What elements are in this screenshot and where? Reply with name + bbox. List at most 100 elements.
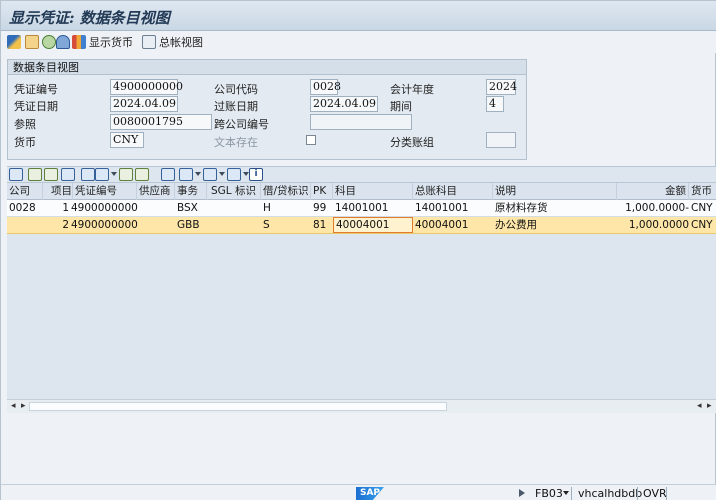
cell-item: 2	[43, 217, 71, 233]
posting-date-field[interactable]: 2024.04.09	[310, 96, 378, 112]
general-ledger-view-label: 总帐视图	[159, 34, 203, 50]
cell-sgl	[207, 217, 261, 233]
cell-currency: CNY	[689, 200, 716, 216]
period-label: 期间	[390, 98, 412, 114]
cell-debit-credit: S	[261, 217, 311, 233]
title-bar: 显示凭证: 数据条目视图	[1, 1, 716, 31]
sort-descending-icon[interactable]	[44, 168, 58, 181]
scroll-right-icon[interactable]: ▸	[21, 401, 26, 411]
status-divider	[666, 487, 667, 500]
cell-gl-account: 14001001	[413, 200, 493, 216]
company-code-field[interactable]: 0028	[310, 79, 338, 95]
column-vendor[interactable]: 供应商	[137, 183, 175, 200]
posting-date-label: 过账日期	[214, 98, 258, 114]
glasses-icon	[7, 35, 21, 49]
column-amount[interactable]: 金额	[617, 183, 689, 200]
hat-icon	[56, 35, 70, 49]
grid-toolbar: i	[7, 166, 716, 183]
fiscal-year-field[interactable]: 2024	[486, 79, 516, 95]
magnify-icon	[42, 35, 56, 49]
ledger-group-field[interactable]	[486, 132, 516, 148]
scrollbar-thumb[interactable]	[29, 402, 447, 411]
currency-field[interactable]: CNY	[110, 132, 144, 148]
cross-company-field[interactable]	[310, 114, 412, 130]
chevron-down-icon[interactable]	[111, 172, 117, 176]
general-ledger-view-button[interactable]: 总帐视图	[142, 34, 203, 50]
reference-field[interactable]: 0080001795	[110, 114, 212, 130]
details-icon[interactable]	[9, 168, 23, 181]
company-code-label: 公司代码	[214, 81, 258, 97]
scroll-right-end-icon[interactable]: ▸	[707, 401, 712, 411]
cell-currency: CNY	[689, 217, 716, 233]
cell-amount: 1,000.0000-	[613, 200, 691, 216]
document-icon	[25, 35, 39, 49]
doc-date-field[interactable]: 2024.04.09	[110, 96, 178, 112]
server-name: vhcalhdbdb	[578, 487, 642, 500]
column-sgl[interactable]: SGL 标识	[207, 183, 261, 200]
sap-window: 显示凭证: 数据条目视图 显示货币 总帐视图 数据条目视图 凭证编号 49000…	[0, 0, 716, 500]
doc-date-label: 凭证日期	[14, 98, 58, 114]
display-currency-button[interactable]: 显示货币	[72, 34, 133, 50]
toolbar-button-4[interactable]	[56, 34, 72, 50]
panel-title: 数据条目视图	[8, 60, 526, 75]
sort-ascending-icon[interactable]	[28, 168, 42, 181]
column-debit-credit[interactable]: 借/贷标识	[261, 183, 311, 200]
grid-icon	[142, 35, 156, 49]
filter-icon[interactable]	[81, 168, 95, 181]
column-company[interactable]: 公司	[7, 183, 43, 200]
status-divider	[571, 487, 572, 500]
subtotal-icon[interactable]	[135, 168, 149, 181]
cell-debit-credit: H	[261, 200, 311, 216]
chevron-down-icon[interactable]	[219, 172, 225, 176]
line-items-grid: 公司 项目 凭证编号 供应商 事务 SGL 标识 借/贷标识 PK 科目 总账科…	[7, 183, 716, 399]
currency-label: 货币	[14, 134, 36, 150]
find-icon[interactable]	[61, 168, 75, 181]
cell-item: 1	[43, 200, 71, 216]
status-divider	[637, 487, 638, 500]
doc-number-field[interactable]: 4900000000	[110, 79, 178, 95]
people-icon	[72, 35, 86, 49]
chevron-down-icon[interactable]	[563, 491, 569, 495]
cell-company: 0028	[7, 200, 43, 216]
cell-company	[7, 217, 43, 233]
cell-transaction: GBB	[175, 217, 207, 233]
play-icon[interactable]	[519, 489, 525, 497]
column-item[interactable]: 项目	[43, 183, 73, 200]
chevron-down-icon[interactable]	[195, 172, 201, 176]
table-row[interactable]: 0028 1 4900000000 BSX H 99 14001001 1400…	[7, 200, 716, 217]
cell-gl-account: 40004001	[413, 217, 493, 233]
application-toolbar: 显示货币 总帐视图	[1, 31, 716, 53]
print-icon[interactable]	[161, 168, 175, 181]
column-pk[interactable]: PK	[311, 183, 333, 200]
sap-logo: SAP	[356, 487, 384, 500]
cell-transaction: BSX	[175, 200, 207, 216]
cell-description: 办公费用	[493, 217, 617, 233]
scroll-left-end-icon[interactable]: ◂	[697, 401, 702, 411]
filter-dropdown-icon[interactable]	[95, 168, 109, 181]
column-account[interactable]: 科目	[333, 183, 413, 200]
period-field[interactable]: 4	[486, 96, 504, 112]
text-exists-checkbox[interactable]	[306, 135, 316, 145]
window-title: 显示凭证: 数据条目视图	[9, 7, 170, 28]
fiscal-year-label: 会计年度	[390, 81, 434, 97]
transaction-code: FB03	[535, 487, 563, 500]
cell-sgl	[207, 200, 261, 216]
cell-pk: 99	[311, 200, 333, 216]
grid-header: 公司 项目 凭证编号 供应商 事务 SGL 标识 借/贷标识 PK 科目 总账科…	[7, 183, 716, 200]
column-transaction[interactable]: 事务	[175, 183, 207, 200]
column-gl-account[interactable]: 总账科目	[413, 183, 493, 200]
scroll-left-icon[interactable]: ◂	[11, 401, 16, 411]
layout-icon[interactable]	[227, 168, 241, 181]
column-description[interactable]: 说明	[493, 183, 617, 200]
sum-icon[interactable]	[119, 168, 133, 181]
column-currency[interactable]: 货币	[689, 183, 716, 200]
column-doc-number[interactable]: 凭证编号	[73, 183, 137, 200]
info-icon[interactable]: i	[249, 168, 263, 181]
table-row[interactable]: 2 4900000000 GBB S 81 40004001 40004001 …	[7, 217, 716, 234]
cell-account[interactable]: 40004001	[333, 217, 413, 233]
views-icon[interactable]	[179, 168, 193, 181]
export-icon[interactable]	[203, 168, 217, 181]
toolbar-button-2[interactable]	[25, 34, 41, 50]
toolbar-button-1[interactable]	[7, 34, 23, 50]
horizontal-scrollbar[interactable]: ◂ ▸ ◂ ▸	[7, 399, 716, 413]
